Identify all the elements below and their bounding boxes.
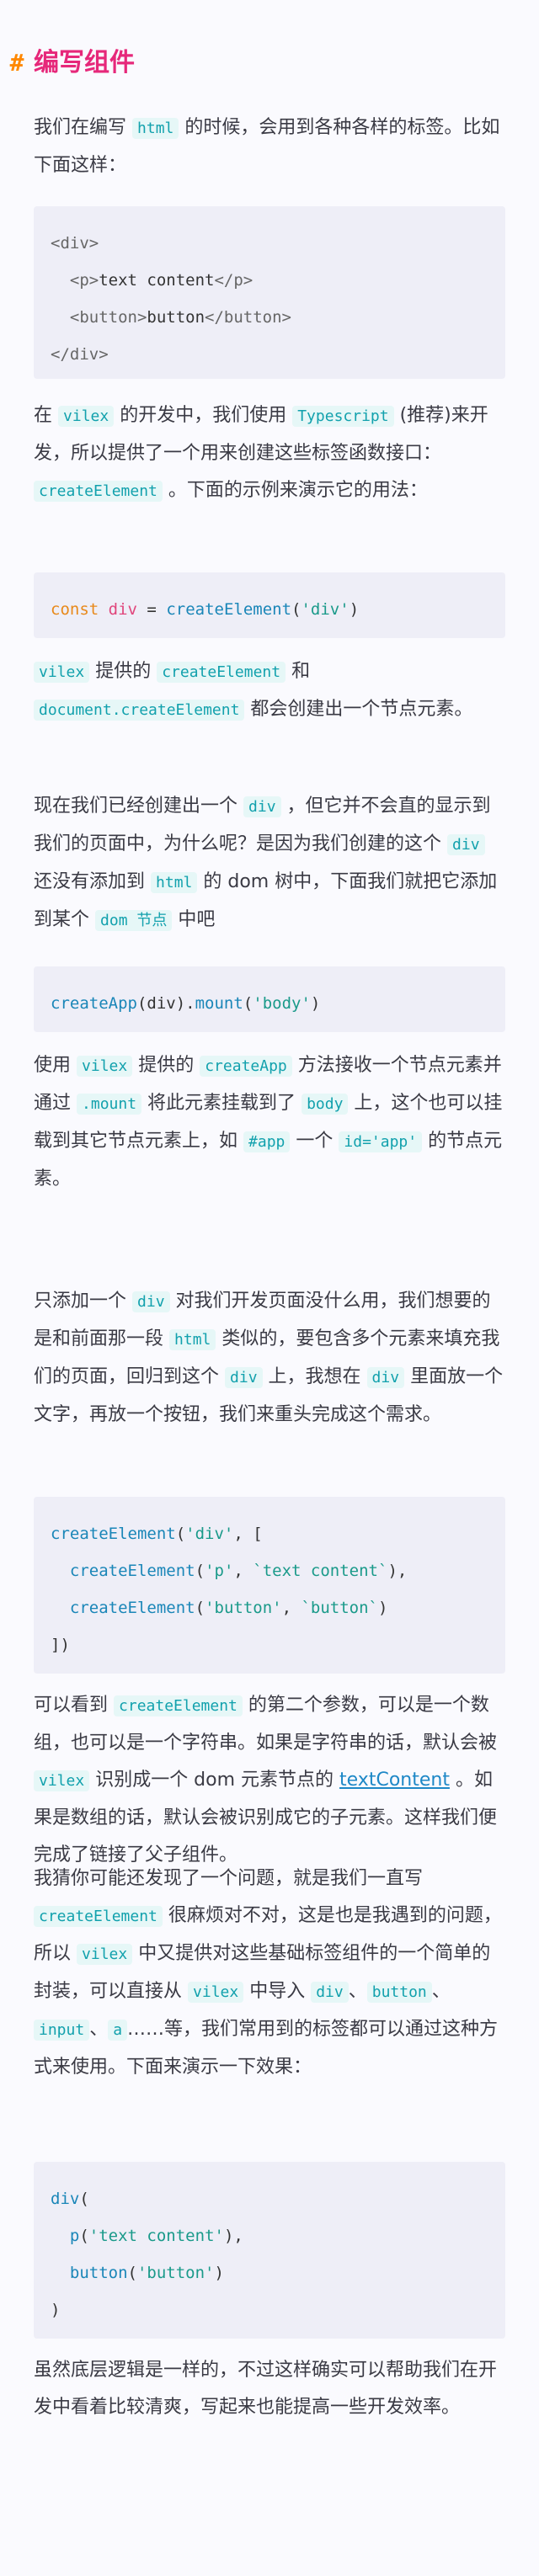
code-block-shorthand: div( p('text content'), button('button')… [34, 2162, 505, 2339]
inline-code: .mount [77, 1094, 142, 1115]
code-block-mount: createApp(div).mount('body') [34, 966, 505, 1032]
inline-code: body [302, 1094, 349, 1115]
inline-code: vilex [58, 406, 115, 427]
paragraph-shorthand: 我猜你可能还发现了一个问题，就是我们一直写 createElement 很麻烦对… [34, 1868, 502, 2078]
inline-code: vilex [188, 1982, 244, 2003]
inline-code: createElement [157, 662, 286, 683]
inline-code: div [311, 1982, 349, 2003]
inline-code: html [132, 118, 179, 139]
inline-code: createApp [200, 1056, 292, 1077]
inline-code: vilex [34, 1770, 90, 1791]
inline-code: Typescript [292, 406, 394, 427]
inline-code: div [225, 1367, 263, 1388]
text-content-link[interactable]: textContent [339, 1770, 450, 1791]
inline-code: a [108, 2020, 128, 2041]
inline-code: #app [243, 1131, 291, 1152]
inline-code: document.createElement [34, 700, 245, 721]
article-page: # 编写组件 我们在编写 html 的时候，会用到各种各样的标签。比如下面这样：… [0, 0, 539, 2576]
inline-code: button [366, 1982, 432, 2003]
paragraph-typescript: 在 vilex 的开发中，我们使用 Typescript (推荐)来开发，所以提… [34, 405, 488, 502]
paragraph-conclusion: 虽然底层逻辑是一样的，不过这样确实可以帮助我们在开发中看着比较清爽，写起来也能提… [34, 2360, 498, 2418]
paragraph-second-argument: 可以看到 createElement 的第二个参数，可以是一个数组，也可以是一个… [34, 1695, 498, 1865]
paragraph-intro: 我们在编写 html 的时候，会用到各种各样的标签。比如下面这样： [34, 117, 500, 176]
inline-code: createElement [34, 1906, 163, 1927]
heading-hash-icon: # [9, 48, 24, 77]
inline-code: dom 节点 [95, 910, 173, 931]
inline-code: id='app' [339, 1131, 423, 1152]
inline-code: html [151, 872, 198, 893]
inline-code: div [243, 796, 281, 817]
inline-code: div [366, 1367, 405, 1388]
inline-code: div [132, 1291, 170, 1312]
inline-code: createElement [34, 481, 163, 502]
code-block-nested: createElement('div', [ createElement('p'… [34, 1497, 505, 1674]
inline-code: vilex [77, 1944, 133, 1965]
inline-code: createElement [114, 1695, 243, 1716]
paragraph-multiple-elements: 只添加一个 div 对我们开发页面没什么用，我们想要的是和前面那一段 html … [34, 1291, 504, 1425]
code-block-html: <div> <p>text content</p> <button>button… [34, 206, 505, 379]
inline-code: vilex [34, 662, 90, 683]
paragraph-create-app: 使用 vilex 提供的 createApp 方法接收一个节点元素并通过 .mo… [34, 1055, 503, 1190]
inline-code: div [447, 834, 485, 855]
section-heading: # 编写组件 [0, 37, 135, 88]
inline-code: input [34, 2020, 90, 2041]
paragraph-dom-tree: 现在我们已经创建出一个 div ，但它并不会直的显示到我们的页面中，为什么呢？是… [34, 796, 498, 931]
heading-title: 编写组件 [34, 47, 135, 77]
paragraph-create-element: vilex 提供的 createElement 和 document.creat… [34, 653, 505, 729]
inline-code: vilex [77, 1056, 133, 1077]
inline-code: html [169, 1329, 216, 1350]
code-block-create-element: const div = createElement('div') [34, 572, 505, 638]
